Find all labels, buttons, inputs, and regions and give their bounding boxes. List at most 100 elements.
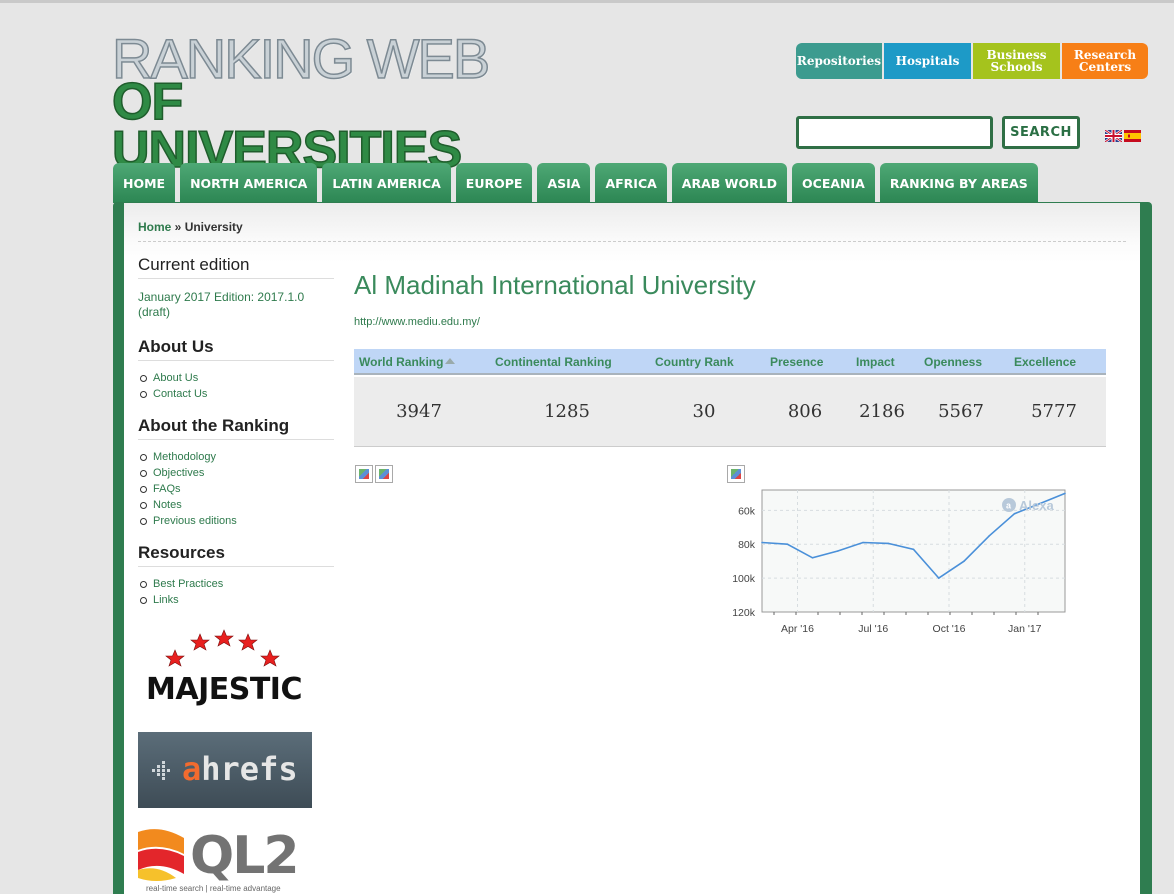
broken-image-icon [375, 465, 393, 483]
data-point [786, 543, 789, 546]
current-edition-heading: Current edition [138, 255, 334, 279]
value-presence: 806 [787, 401, 823, 422]
spanish-flag-icon[interactable] [1124, 130, 1141, 142]
data-point [963, 560, 965, 562]
col-world-ranking[interactable]: World Ranking [359, 355, 456, 369]
search-input[interactable] [796, 116, 993, 149]
resources-heading: Resources [138, 543, 334, 567]
sidebar-link-best-practices[interactable]: Best Practices [139, 576, 223, 592]
nav-asia[interactable]: ASIA [537, 163, 591, 203]
hospitals-button[interactable]: Hospitals [884, 43, 971, 79]
nav-latin-america[interactable]: LATIN AMERICA [322, 163, 451, 203]
ahrefs-a: a [182, 750, 202, 788]
sidebar-link-methodology[interactable]: Methodology [140, 449, 237, 465]
data-point [1064, 492, 1066, 495]
ranking-table-header: World Ranking Continental Ranking Countr… [354, 349, 1106, 375]
col-impact[interactable]: Impact [856, 355, 895, 369]
english-flag-icon[interactable] [1105, 130, 1122, 142]
x-tick-label: Jan '17 [1008, 623, 1042, 635]
col-excellence[interactable]: Excellence [1014, 355, 1076, 369]
site-logo[interactable]: RANKING WEB OF UNIVERSITIES [111, 30, 542, 177]
research-centers-label-2: Centers [1078, 60, 1132, 74]
broken-image-icon [355, 465, 373, 483]
top-rule [0, 0, 1174, 3]
main-nav: HOME NORTH AMERICA LATIN AMERICA EUROPE … [113, 163, 1043, 203]
breadcrumb: Home » University [138, 220, 243, 234]
ahrefs-rest: hrefs [201, 750, 298, 788]
sidebar-link-about-us[interactable]: About Us [139, 370, 207, 386]
value-impact: 2186 [859, 401, 905, 422]
data-point [811, 556, 814, 559]
data-point [937, 577, 940, 579]
table-row: 3947 1285 30 806 2186 5567 5777 [354, 377, 1106, 447]
about-us-list: About Us Contact Us [139, 370, 207, 402]
search-button[interactable]: SEARCH [1002, 116, 1080, 149]
research-centers-button[interactable]: Research Centers [1062, 43, 1148, 79]
sidebar-link-faqs[interactable]: FAQs [140, 481, 237, 497]
alexa-traffic-chart: 60k 80k 100k 120k Apr '16 Jul '16 Oct '16 Jan … [732, 489, 1066, 635]
sidebar-link-notes[interactable]: Notes [140, 497, 237, 513]
data-point [887, 542, 890, 545]
x-tick-label: Jul '16 [858, 623, 888, 635]
nav-ranking-by-areas[interactable]: RANKING BY AREAS [879, 163, 1038, 203]
nav-home[interactable]: HOME [113, 163, 176, 203]
value-excellence: 5777 [1031, 401, 1077, 422]
resources-list: Best Practices Links [139, 576, 223, 608]
y-tick-label: 60k [738, 505, 756, 517]
breadcrumb-home-link[interactable]: Home [138, 220, 171, 234]
y-axis: 60k 80k 100k 120k [732, 505, 756, 619]
sidebar-link-contact-us[interactable]: Contact Us [139, 386, 207, 402]
value-country-rank: 30 [692, 401, 716, 422]
y-tick-label: 100k [732, 573, 756, 585]
value-openness: 5567 [938, 401, 984, 422]
business-schools-label-2: Schools [990, 60, 1043, 74]
broken-image-icon [727, 465, 745, 483]
university-url-link[interactable]: http://www.mediu.edu.my/ [354, 316, 480, 328]
breadcrumb-divider [138, 241, 1126, 242]
university-title: Al Madinah International University [354, 270, 756, 300]
col-country-rank[interactable]: Country Rank [655, 355, 734, 369]
repositories-button[interactable]: Repositories [796, 43, 882, 79]
ql2-mark-icon [138, 829, 184, 881]
y-tick-label: 80k [738, 539, 756, 551]
about-ranking-heading: About the Ranking [138, 416, 334, 440]
ahrefs-logo[interactable]: ahrefs [138, 732, 312, 808]
y-tick-label: 120k [732, 607, 756, 619]
data-point [862, 541, 864, 544]
breadcrumb-separator: » [171, 220, 185, 234]
sort-asc-icon [445, 358, 456, 364]
ql2-wordmark: QL2 [190, 826, 300, 886]
x-tick-label: Apr '16 [781, 623, 814, 635]
x-tick-label: Oct '16 [933, 623, 966, 635]
business-schools-button[interactable]: Business Schools [973, 43, 1060, 79]
ql2-logo[interactable]: QL2 real-time search | real-time advanta… [138, 826, 318, 894]
col-openness[interactable]: Openness [924, 355, 982, 369]
current-edition-link[interactable]: January 2017 Edition: 2017.1.0 (draft) [138, 290, 328, 320]
x-axis: Apr '16 Jul '16 Oct '16 Jan '17 [773, 612, 1042, 635]
col-presence[interactable]: Presence [770, 355, 823, 369]
majestic-wordmark: MAJESTIC [146, 672, 302, 707]
breadcrumb-current: University [184, 220, 243, 234]
sidebar-link-previous-editions[interactable]: Previous editions [140, 513, 237, 529]
ahrefs-signal-icon [152, 761, 170, 780]
logo-line-2: OF UNIVERSITIES [111, 73, 463, 179]
ql2-tagline: real-time search | real-time advantage [146, 884, 281, 893]
data-point [836, 550, 839, 552]
about-ranking-list: Methodology Objectives FAQs Notes Previo… [140, 449, 237, 529]
data-point [1013, 512, 1016, 515]
nav-oceania[interactable]: OCEANIA [792, 163, 875, 203]
majestic-logo[interactable]: MAJESTIC [138, 628, 314, 708]
value-continental-ranking: 1285 [544, 401, 590, 422]
data-point [988, 534, 991, 537]
nav-arab-world[interactable]: ARAB WORLD [671, 163, 788, 203]
alexa-brand-label: Alexa [1019, 498, 1054, 513]
category-buttons: Repositories Hospitals Business Schools … [796, 43, 1148, 79]
sidebar-link-links[interactable]: Links [139, 592, 223, 608]
repositories-label: Repositories [796, 54, 882, 68]
nav-europe[interactable]: EUROPE [455, 163, 533, 203]
sidebar-link-objectives[interactable]: Objectives [140, 465, 237, 481]
nav-africa[interactable]: AFRICA [595, 163, 667, 203]
value-world-ranking: 3947 [396, 401, 442, 422]
nav-north-america[interactable]: NORTH AMERICA [180, 163, 318, 203]
col-continental-ranking[interactable]: Continental Ranking [495, 355, 612, 369]
